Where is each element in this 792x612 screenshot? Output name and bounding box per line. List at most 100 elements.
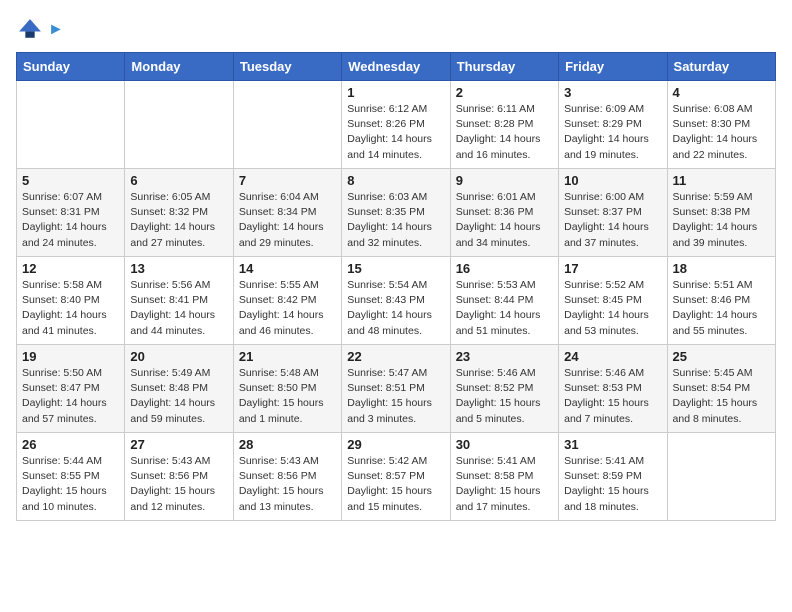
day-info: Sunrise: 5:47 AMSunset: 8:51 PMDaylight:…: [347, 366, 444, 427]
day-info: Sunrise: 5:51 AMSunset: 8:46 PMDaylight:…: [673, 278, 770, 339]
logo: ►: [16, 16, 64, 44]
weekday-header-friday: Friday: [559, 53, 667, 81]
day-info: Sunrise: 5:45 AMSunset: 8:54 PMDaylight:…: [673, 366, 770, 427]
page-header: ►: [16, 16, 776, 44]
calendar-cell: 7 Sunrise: 6:04 AMSunset: 8:34 PMDaylight…: [233, 169, 341, 257]
day-number: 11: [673, 173, 770, 188]
calendar-cell: 20 Sunrise: 5:49 AMSunset: 8:48 PMDayligh…: [125, 345, 233, 433]
day-number: 29: [347, 437, 444, 452]
day-number: 19: [22, 349, 119, 364]
day-number: 23: [456, 349, 553, 364]
day-info: Sunrise: 5:52 AMSunset: 8:45 PMDaylight:…: [564, 278, 661, 339]
calendar-cell: 29 Sunrise: 5:42 AMSunset: 8:57 PMDayligh…: [342, 433, 450, 521]
day-info: Sunrise: 5:41 AMSunset: 8:59 PMDaylight:…: [564, 454, 661, 515]
calendar-cell: 30 Sunrise: 5:41 AMSunset: 8:58 PMDayligh…: [450, 433, 558, 521]
day-number: 25: [673, 349, 770, 364]
day-number: 28: [239, 437, 336, 452]
day-info: Sunrise: 5:42 AMSunset: 8:57 PMDaylight:…: [347, 454, 444, 515]
day-number: 7: [239, 173, 336, 188]
calendar-cell: 2 Sunrise: 6:11 AMSunset: 8:28 PMDaylight…: [450, 81, 558, 169]
day-info: Sunrise: 5:43 AMSunset: 8:56 PMDaylight:…: [239, 454, 336, 515]
calendar-cell: 23Sunrise: 5:46 AMSunset: 8:52 PMDayligh…: [450, 345, 558, 433]
weekday-header-wednesday: Wednesday: [342, 53, 450, 81]
calendar-cell: 9Sunrise: 6:01 AMSunset: 8:36 PMDaylight…: [450, 169, 558, 257]
day-number: 20: [130, 349, 227, 364]
calendar-cell: 22 Sunrise: 5:47 AMSunset: 8:51 PMDayligh…: [342, 345, 450, 433]
day-info: Sunrise: 6:11 AMSunset: 8:28 PMDaylight:…: [456, 102, 553, 163]
calendar-week-row: 19 Sunrise: 5:50 AMSunset: 8:47 PMDayligh…: [17, 345, 776, 433]
day-number: 27: [130, 437, 227, 452]
calendar-week-row: 5 Sunrise: 6:07 AMSunset: 8:31 PMDaylight…: [17, 169, 776, 257]
calendar-cell: 8Sunrise: 6:03 AMSunset: 8:35 PMDaylight…: [342, 169, 450, 257]
calendar-cell: 21Sunrise: 5:48 AMSunset: 8:50 PMDayligh…: [233, 345, 341, 433]
day-number: 26: [22, 437, 119, 452]
weekday-header-sunday: Sunday: [17, 53, 125, 81]
day-info: Sunrise: 6:05 AMSunset: 8:32 PMDaylight:…: [130, 190, 227, 251]
day-info: Sunrise: 5:41 AMSunset: 8:58 PMDaylight:…: [456, 454, 553, 515]
day-number: 16: [456, 261, 553, 276]
day-info: Sunrise: 6:12 AMSunset: 8:26 PMDaylight:…: [347, 102, 444, 163]
calendar-cell: 10Sunrise: 6:00 AMSunset: 8:37 PMDayligh…: [559, 169, 667, 257]
calendar-cell: 6 Sunrise: 6:05 AMSunset: 8:32 PMDaylight…: [125, 169, 233, 257]
calendar-cell: 17 Sunrise: 5:52 AMSunset: 8:45 PMDayligh…: [559, 257, 667, 345]
day-number: 24: [564, 349, 661, 364]
calendar-cell: [125, 81, 233, 169]
day-number: 6: [130, 173, 227, 188]
day-number: 22: [347, 349, 444, 364]
calendar-week-row: 26Sunrise: 5:44 AMSunset: 8:55 PMDayligh…: [17, 433, 776, 521]
day-number: 4: [673, 85, 770, 100]
calendar-week-row: 12 Sunrise: 5:58 AMSunset: 8:40 PMDayligh…: [17, 257, 776, 345]
calendar-cell: 15 Sunrise: 5:54 AMSunset: 8:43 PMDayligh…: [342, 257, 450, 345]
day-info: Sunrise: 6:07 AMSunset: 8:31 PMDaylight:…: [22, 190, 119, 251]
calendar-cell: 18 Sunrise: 5:51 AMSunset: 8:46 PMDayligh…: [667, 257, 775, 345]
day-number: 5: [22, 173, 119, 188]
weekday-header-thursday: Thursday: [450, 53, 558, 81]
calendar-cell: 4 Sunrise: 6:08 AMSunset: 8:30 PMDaylight…: [667, 81, 775, 169]
day-number: 30: [456, 437, 553, 452]
calendar-cell: 16 Sunrise: 5:53 AMSunset: 8:44 PMDayligh…: [450, 257, 558, 345]
calendar-cell: [233, 81, 341, 169]
day-number: 3: [564, 85, 661, 100]
logo-icon: [16, 16, 44, 44]
day-info: Sunrise: 5:53 AMSunset: 8:44 PMDaylight:…: [456, 278, 553, 339]
calendar-body: 1Sunrise: 6:12 AMSunset: 8:26 PMDaylight…: [17, 81, 776, 521]
day-number: 31: [564, 437, 661, 452]
day-info: Sunrise: 5:59 AMSunset: 8:38 PMDaylight:…: [673, 190, 770, 251]
day-info: Sunrise: 5:58 AMSunset: 8:40 PMDaylight:…: [22, 278, 119, 339]
day-info: Sunrise: 6:00 AMSunset: 8:37 PMDaylight:…: [564, 190, 661, 251]
day-info: Sunrise: 6:04 AMSunset: 8:34 PMDaylight:…: [239, 190, 336, 251]
day-info: Sunrise: 5:56 AMSunset: 8:41 PMDaylight:…: [130, 278, 227, 339]
calendar-cell: 14Sunrise: 5:55 AMSunset: 8:42 PMDayligh…: [233, 257, 341, 345]
weekday-header-monday: Monday: [125, 53, 233, 81]
weekday-header-saturday: Saturday: [667, 53, 775, 81]
day-number: 17: [564, 261, 661, 276]
day-info: Sunrise: 6:03 AMSunset: 8:35 PMDaylight:…: [347, 190, 444, 251]
day-number: 13: [130, 261, 227, 276]
calendar-cell: 1Sunrise: 6:12 AMSunset: 8:26 PMDaylight…: [342, 81, 450, 169]
calendar-week-row: 1Sunrise: 6:12 AMSunset: 8:26 PMDaylight…: [17, 81, 776, 169]
calendar-cell: 27Sunrise: 5:43 AMSunset: 8:56 PMDayligh…: [125, 433, 233, 521]
day-number: 15: [347, 261, 444, 276]
calendar-cell: 28 Sunrise: 5:43 AMSunset: 8:56 PMDayligh…: [233, 433, 341, 521]
day-info: Sunrise: 5:46 AMSunset: 8:53 PMDaylight:…: [564, 366, 661, 427]
calendar-cell: 3Sunrise: 6:09 AMSunset: 8:29 PMDaylight…: [559, 81, 667, 169]
calendar-cell: 31 Sunrise: 5:41 AMSunset: 8:59 PMDayligh…: [559, 433, 667, 521]
calendar-header-row: SundayMondayTuesdayWednesdayThursdayFrid…: [17, 53, 776, 81]
calendar-cell: [667, 433, 775, 521]
day-info: Sunrise: 6:08 AMSunset: 8:30 PMDaylight:…: [673, 102, 770, 163]
calendar-cell: 13 Sunrise: 5:56 AMSunset: 8:41 PMDayligh…: [125, 257, 233, 345]
day-number: 18: [673, 261, 770, 276]
day-info: Sunrise: 5:54 AMSunset: 8:43 PMDaylight:…: [347, 278, 444, 339]
day-info: Sunrise: 5:55 AMSunset: 8:42 PMDaylight:…: [239, 278, 336, 339]
day-info: Sunrise: 5:50 AMSunset: 8:47 PMDaylight:…: [22, 366, 119, 427]
calendar-cell: 5 Sunrise: 6:07 AMSunset: 8:31 PMDaylight…: [17, 169, 125, 257]
calendar-table: SundayMondayTuesdayWednesdayThursdayFrid…: [16, 52, 776, 521]
weekday-header-tuesday: Tuesday: [233, 53, 341, 81]
day-number: 9: [456, 173, 553, 188]
day-info: Sunrise: 5:49 AMSunset: 8:48 PMDaylight:…: [130, 366, 227, 427]
calendar-cell: 26Sunrise: 5:44 AMSunset: 8:55 PMDayligh…: [17, 433, 125, 521]
calendar-cell: 24 Sunrise: 5:46 AMSunset: 8:53 PMDayligh…: [559, 345, 667, 433]
day-number: 12: [22, 261, 119, 276]
day-info: Sunrise: 5:48 AMSunset: 8:50 PMDaylight:…: [239, 366, 336, 427]
day-number: 2: [456, 85, 553, 100]
